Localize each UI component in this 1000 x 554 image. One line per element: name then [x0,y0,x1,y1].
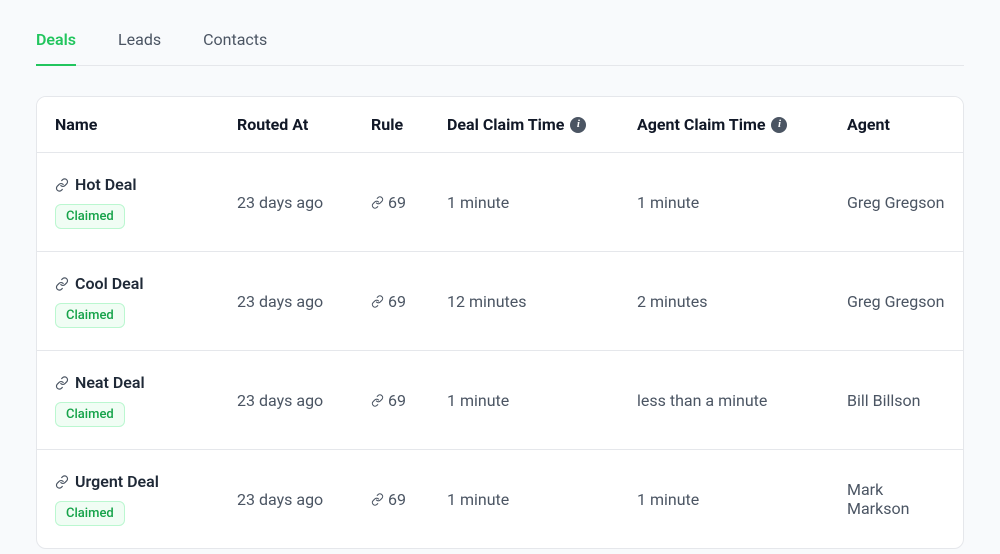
col-agent-claim-time: Agent Claim Time i [637,115,847,134]
info-icon[interactable]: i [570,117,586,133]
rule-value: 69 [388,193,406,212]
link-icon [55,178,69,192]
rule-value: 69 [388,490,406,509]
cell-name: Hot Deal Claimed [55,175,237,229]
cell-deal-claim-time: 1 minute [447,490,637,509]
cell-routed-at: 23 days ago [237,292,371,311]
tab-label: Contacts [203,30,267,49]
cell-agent: Bill Billson [847,391,945,410]
col-label: Agent [847,115,890,134]
cell-deal-claim-time: 12 minutes [447,292,637,311]
tab-deals[interactable]: Deals [36,30,76,65]
cell-routed-at: 23 days ago [237,193,371,212]
cell-agent-claim-time: less than a minute [637,391,847,410]
tab-label: Leads [118,30,161,49]
link-icon [55,376,69,390]
table-row: Hot Deal Claimed 23 days ago 69 1 minute1 mi… [37,153,963,252]
table-row: Urgent Deal Claimed 23 days ago 69 1 minute1… [37,450,963,548]
deal-name-link[interactable]: Urgent Deal [55,472,237,491]
col-deal-claim-time: Deal Claim Time i [447,115,637,134]
cell-agent-claim-time: 1 minute [637,193,847,212]
col-routed-at: Routed At [237,115,371,134]
cell-name: Cool Deal Claimed [55,274,237,328]
cell-agent-claim-time: 2 minutes [637,292,847,311]
cell-agent: Greg Gregson [847,193,945,212]
cell-routed-at: 23 days ago [237,391,371,410]
deal-name-link[interactable]: Cool Deal [55,274,237,293]
deal-name-text: Neat Deal [75,373,145,392]
rule-value: 69 [388,391,406,410]
table-header-row: Name Routed At Rule Deal Claim Time i Ag… [37,97,963,153]
status-badge: Claimed [55,303,125,328]
col-label: Rule [371,115,403,134]
col-rule: Rule [371,115,447,134]
status-badge: Claimed [55,402,125,427]
cell-agent-claim-time: 1 minute [637,490,847,509]
col-label: Name [55,115,97,134]
cell-rule[interactable]: 69 [371,490,447,509]
link-icon [371,196,384,209]
cell-name: Urgent Deal Claimed [55,472,237,526]
link-icon [55,475,69,489]
table-row: Cool Deal Claimed 23 days ago 69 12 minutes2… [37,252,963,351]
deal-name-text: Hot Deal [75,175,137,194]
status-badge: Claimed [55,501,125,526]
link-icon [371,493,384,506]
cell-deal-claim-time: 1 minute [447,193,637,212]
col-label: Deal Claim Time [447,115,564,134]
cell-agent: Greg Gregson [847,292,945,311]
deal-name-link[interactable]: Neat Deal [55,373,237,392]
cell-rule[interactable]: 69 [371,292,447,311]
status-badge: Claimed [55,204,125,229]
col-name: Name [55,115,237,134]
cell-rule[interactable]: 69 [371,193,447,212]
tab-label: Deals [36,30,76,49]
deal-name-text: Cool Deal [75,274,143,293]
deal-name-link[interactable]: Hot Deal [55,175,237,194]
col-label: Routed At [237,115,308,134]
cell-rule[interactable]: 69 [371,391,447,410]
cell-deal-claim-time: 1 minute [447,391,637,410]
cell-routed-at: 23 days ago [237,490,371,509]
info-icon[interactable]: i [771,117,787,133]
cell-agent: Mark Markson [847,480,945,518]
link-icon [55,277,69,291]
deal-name-text: Urgent Deal [75,472,159,491]
table-row: Neat Deal Claimed 23 days ago 69 1 minuteles… [37,351,963,450]
deals-table: Name Routed At Rule Deal Claim Time i Ag… [36,96,964,549]
rule-value: 69 [388,292,406,311]
col-agent: Agent [847,115,945,134]
col-label: Agent Claim Time [637,115,765,134]
cell-name: Neat Deal Claimed [55,373,237,427]
link-icon [371,295,384,308]
link-icon [371,394,384,407]
tab-contacts[interactable]: Contacts [203,30,267,65]
tab-leads[interactable]: Leads [118,30,161,65]
tabs: Deals Leads Contacts [36,0,964,66]
